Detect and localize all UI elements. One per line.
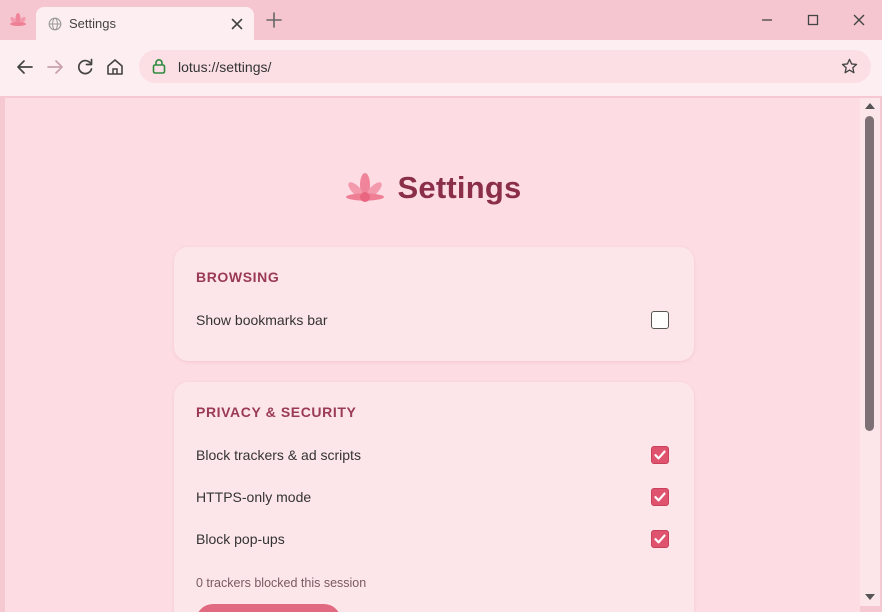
section-title: BROWSING — [196, 269, 280, 285]
toolbar: lotus://settings/ — [0, 40, 882, 96]
globe-icon — [48, 17, 62, 31]
setting-row-show-bookmarks-bar[interactable]: Show bookmarks bar — [196, 309, 672, 333]
window-close-icon[interactable] — [849, 10, 869, 30]
title-bar: Settings — [0, 0, 882, 40]
setting-label: HTTPS-only mode — [196, 489, 312, 505]
block-trackers-checkbox[interactable] — [651, 446, 669, 464]
setting-row-https-only[interactable]: HTTPS-only mode — [196, 486, 672, 510]
block-popups-checkbox[interactable] — [651, 530, 669, 548]
setting-label: Show bookmarks bar — [196, 312, 328, 328]
privacy-security-section: PRIVACY & SECURITY Block trackers & ad s… — [174, 382, 694, 612]
maximize-icon[interactable] — [803, 10, 823, 30]
setting-row-block-trackers[interactable]: Block trackers & ad scripts — [196, 444, 672, 468]
trackers-blocked-status: 0 trackers blocked this session — [196, 576, 367, 590]
home-icon[interactable] — [104, 56, 126, 78]
show-bookmarks-bar-checkbox[interactable] — [651, 311, 669, 329]
page-title: Settings — [397, 170, 522, 205]
star-icon[interactable] — [840, 57, 859, 76]
browsing-section: BROWSING Show bookmarks bar — [174, 247, 694, 361]
back-arrow-icon[interactable] — [14, 56, 36, 78]
scroll-thumb[interactable] — [865, 116, 874, 431]
settings-page: Settings BROWSING Show bookmarks bar PRI… — [5, 98, 860, 612]
setting-row-block-popups[interactable]: Block pop-ups — [196, 528, 672, 552]
setting-label: Block pop-ups — [196, 531, 285, 547]
tab-settings[interactable]: Settings — [36, 7, 254, 40]
plus-icon[interactable] — [264, 10, 284, 30]
page-scrollbar[interactable] — [860, 98, 880, 606]
check-icon — [654, 450, 666, 460]
tab-title: Settings — [69, 16, 116, 31]
address-bar[interactable]: lotus://settings/ — [139, 50, 871, 83]
page-header: Settings — [5, 170, 860, 214]
section-title: PRIVACY & SECURITY — [196, 404, 357, 420]
minimize-icon[interactable] — [757, 10, 777, 30]
lotus-icon — [10, 13, 26, 26]
setting-label: Block trackers & ad scripts — [196, 447, 361, 463]
url-text[interactable]: lotus://settings/ — [178, 59, 271, 75]
scroll-up-arrow-icon[interactable] — [864, 101, 876, 111]
reload-icon[interactable] — [74, 56, 96, 78]
https-only-checkbox[interactable] — [651, 488, 669, 506]
forward-arrow-icon[interactable] — [44, 56, 66, 78]
check-icon — [654, 534, 666, 544]
lotus-icon — [345, 173, 384, 202]
privacy-action-button[interactable] — [196, 604, 341, 612]
lock-icon — [152, 59, 166, 74]
check-icon — [654, 492, 666, 502]
close-icon[interactable] — [228, 15, 246, 33]
scroll-down-arrow-icon[interactable] — [864, 592, 876, 602]
